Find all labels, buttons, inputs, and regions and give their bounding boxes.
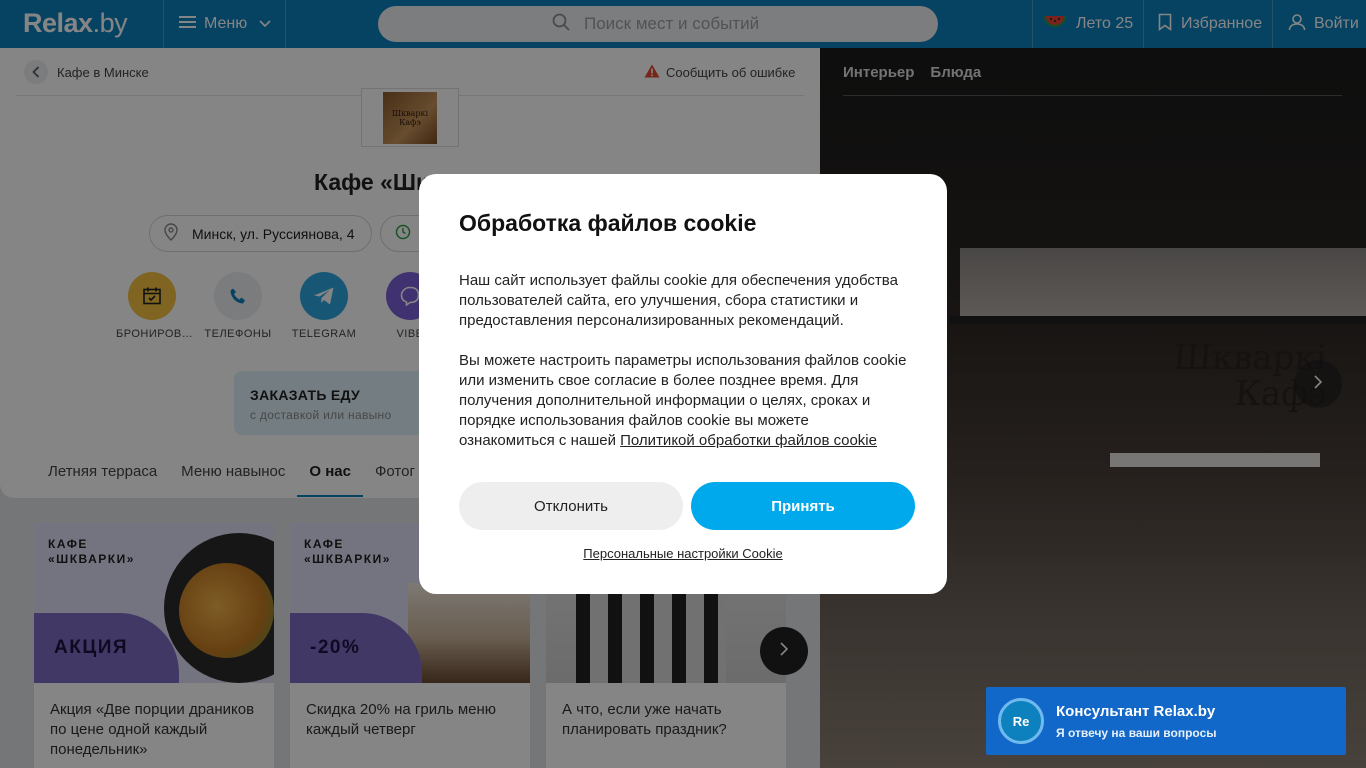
cookie-text-2: Вы можете настроить параметры использова… — [459, 352, 907, 449]
consultant-widget[interactable]: Re Консультант Relax.by Я отвечу на ваши… — [986, 687, 1346, 755]
decline-button[interactable]: Отклонить — [459, 482, 683, 530]
consultant-avatar: Re — [998, 698, 1044, 744]
cookie-text-1: Наш сайт использует файлы cookie для обе… — [459, 272, 898, 329]
cookie-policy-link[interactable]: Политикой обработки файлов cookie — [620, 432, 877, 449]
consultant-subtitle: Я отвечу на ваши вопросы — [1056, 725, 1217, 740]
personal-cookie-settings-link[interactable]: Персональные настройки Cookie — [419, 546, 947, 561]
cookie-title: Обработка файлов cookie — [459, 210, 757, 236]
cookie-dialog: Обработка файлов cookie Наш сайт использ… — [419, 174, 947, 594]
accept-button[interactable]: Принять — [691, 482, 915, 530]
consultant-title: Консультант Relax.by — [1056, 702, 1216, 720]
